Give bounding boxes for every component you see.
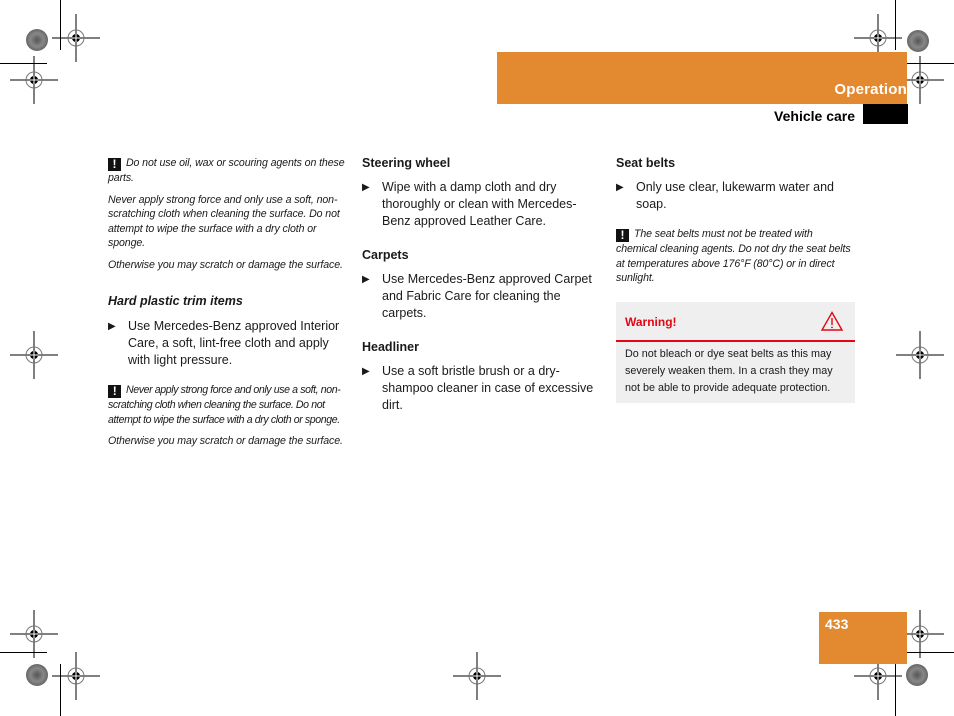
column-1: ! Do not use oil, wax or scouring agents … (108, 156, 346, 456)
subsection-title: Vehicle care (774, 108, 855, 124)
bullet-arrow-icon: ▶ (616, 182, 624, 193)
exclamation-icon: ! (108, 158, 121, 171)
note-paragraph: ! Never apply strong force and only use a… (108, 383, 346, 427)
note-box: ! Never apply strong force and only use a… (108, 383, 346, 449)
registration-mark-icon (51, 651, 101, 701)
note-text: The seat belts must not be treated with … (616, 228, 851, 284)
note-paragraph: Otherwise you may scratch or damage the … (108, 435, 343, 447)
bullet-arrow-icon: ▶ (362, 274, 370, 285)
note-text: Do not use oil, wax or scouring agents o… (108, 157, 345, 184)
instruction-item: ▶ Use Mercedes-Benz approved Carpet and … (362, 271, 600, 322)
instruction-text: Use Mercedes-Benz approved Carpet and Fa… (382, 272, 592, 320)
instruction-text: Use Mercedes-Benz approved Interior Care… (128, 319, 340, 367)
registration-mark-icon (9, 609, 59, 659)
instruction-item: ▶ Only use clear, lukewarm water and soa… (616, 179, 854, 213)
instruction-text: Only use clear, lukewarm water and soap. (636, 180, 835, 211)
warning-text: Do not bleach or dye seat belts as this … (625, 347, 833, 394)
color-target-icon (907, 30, 929, 52)
warning-title: Warning! (625, 314, 677, 329)
section-heading: Headliner (362, 340, 419, 354)
section-heading: Carpets (362, 248, 409, 262)
exclamation-icon: ! (108, 385, 121, 398)
registration-mark-icon (9, 330, 59, 380)
instruction-text: Use a soft bristle brush or a dry-shampo… (382, 364, 594, 412)
note-text: Never apply strong force and only use a … (108, 384, 341, 426)
note-paragraph: Never apply strong force and only use a … (108, 193, 340, 250)
color-target-icon (26, 664, 48, 686)
registration-mark-icon (51, 13, 101, 63)
bullet-arrow-icon: ▶ (362, 366, 370, 377)
warning-box: Warning! Do not bleach or dye seat belts… (616, 301, 855, 403)
instruction-item: ▶ Use a soft bristle brush or a dry-sham… (362, 363, 600, 414)
section-headliner: Headliner ▶ Use a soft bristle brush or … (362, 340, 600, 414)
section-title: Operation (834, 81, 907, 98)
section-steering-wheel: Steering wheel ▶ Wipe with a damp cloth … (362, 156, 600, 230)
section-tab-marker (863, 104, 908, 124)
column-3: Seat belts ▶ Only use clear, lukewarm wa… (616, 156, 855, 403)
section-carpets: Carpets ▶ Use Mercedes-Benz approved Car… (362, 248, 600, 322)
section-heading: Hard plastic trim items (108, 294, 243, 308)
instruction-item: ▶ Use Mercedes-Benz approved Interior Ca… (108, 318, 346, 369)
warning-header: Warning! (616, 302, 855, 342)
bullet-arrow-icon: ▶ (108, 321, 116, 332)
section-heading: Steering wheel (362, 156, 451, 170)
color-target-icon (26, 29, 48, 51)
registration-mark-icon (452, 651, 502, 701)
exclamation-icon: ! (616, 229, 629, 242)
note-box: ! Do not use oil, wax or scouring agents … (108, 156, 346, 272)
page-number: 433 (825, 616, 849, 632)
note-paragraph: ! The seat belts must not be treated with… (616, 227, 854, 286)
note-paragraph: Otherwise you may scratch or damage the … (108, 258, 343, 271)
registration-mark-icon (895, 330, 945, 380)
column-2: Steering wheel ▶ Wipe with a damp cloth … (362, 156, 600, 432)
registration-mark-icon (9, 55, 59, 105)
bullet-arrow-icon: ▶ (362, 182, 370, 193)
warning-triangle-icon (821, 310, 843, 331)
note-paragraph: ! Do not use oil, wax or scouring agents … (108, 156, 346, 186)
color-target-icon (906, 664, 928, 686)
instruction-text: Wipe with a damp cloth and dry thoroughl… (382, 180, 577, 228)
section-heading: Seat belts (616, 156, 676, 170)
instruction-item: ▶ Wipe with a damp cloth and dry thoroug… (362, 179, 600, 230)
